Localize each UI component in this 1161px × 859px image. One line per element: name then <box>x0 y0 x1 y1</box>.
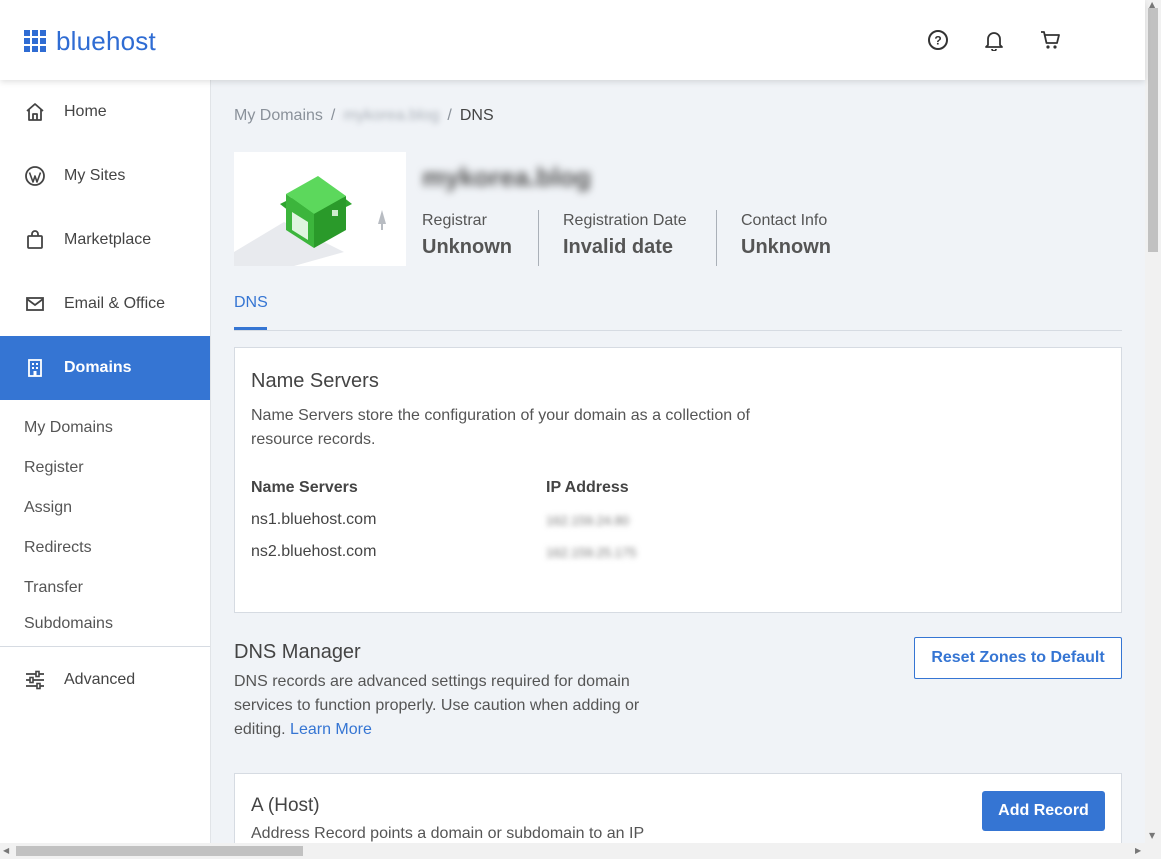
domain-house-illustration <box>234 152 406 266</box>
tab-dns[interactable]: DNS <box>234 294 268 312</box>
name-servers-description-line1: Name Servers store the configuration of … <box>251 407 750 424</box>
sidebar-item-domains[interactable]: Domains <box>0 336 210 400</box>
sidebar-item-marketplace[interactable]: Marketplace <box>0 208 210 272</box>
breadcrumb-my-domains[interactable]: My Domains <box>234 107 323 125</box>
breadcrumb-current: DNS <box>459 107 494 124</box>
a-host-title: A (Host) <box>251 795 320 816</box>
col-header-ip-address: IP Address <box>546 479 629 496</box>
breadcrumb-separator: / <box>330 107 336 124</box>
bluehost-logo[interactable]: bluehost <box>24 28 156 54</box>
tab-bar-line <box>234 330 1122 331</box>
name-server-2-ip: 162.159.25.175 <box>546 545 637 560</box>
breadcrumb-domain[interactable]: mykorea.blog <box>343 107 439 125</box>
name-servers-card: Name Servers Name Servers store the conf… <box>234 347 1122 613</box>
tab-active-indicator <box>234 327 267 330</box>
vertical-scroll-thumb[interactable] <box>1148 8 1158 252</box>
home-icon <box>24 101 46 123</box>
sidebar-sub-subdomains[interactable]: Subdomains <box>24 615 113 633</box>
breadcrumb: My Domains / mykorea.blog / DNS <box>234 107 494 125</box>
help-circle-icon[interactable]: ? <box>927 29 949 51</box>
sidebar-sub-register[interactable]: Register <box>24 459 84 477</box>
sliders-icon <box>24 669 46 691</box>
contact-info-value: Unknown <box>741 236 831 258</box>
add-record-button[interactable]: Add Record <box>982 791 1105 831</box>
horizontal-scrollbar[interactable]: ◀ ▶ <box>0 843 1161 859</box>
registration-date-label: Registration Date <box>563 212 687 229</box>
name-server-1: ns1.bluehost.com <box>251 511 377 528</box>
svg-text:?: ? <box>934 34 941 48</box>
envelope-icon <box>24 293 46 315</box>
cart-icon[interactable] <box>1039 29 1061 51</box>
sidebar-item-label: Marketplace <box>64 231 152 248</box>
meta-divider <box>538 210 539 266</box>
registrar-label: Registrar <box>422 212 487 229</box>
sidebar-item-label: Email & Office <box>64 295 166 312</box>
col-header-name-servers: Name Servers <box>251 479 358 496</box>
sidebar-sub-transfer[interactable]: Transfer <box>24 579 83 597</box>
scroll-right-arrow-icon[interactable]: ▶ <box>1135 846 1141 855</box>
bell-icon[interactable] <box>983 29 1005 51</box>
learn-more-link[interactable]: Learn More <box>290 721 372 738</box>
reset-zones-button[interactable]: Reset Zones to Default <box>914 637 1122 679</box>
wordpress-icon <box>24 165 46 187</box>
shopping-bag-icon <box>24 229 46 251</box>
sidebar-item-label: Home <box>64 103 107 120</box>
registration-date-value: Invalid date <box>563 236 674 258</box>
sidebar-item-my-sites[interactable]: My Sites <box>0 144 210 208</box>
building-icon <box>24 357 46 379</box>
sidebar-sub-redirects[interactable]: Redirects <box>24 539 92 557</box>
vertical-scrollbar[interactable]: ▲ ▼ <box>1145 0 1161 843</box>
sidebar-item-email-office[interactable]: Email & Office <box>0 272 210 336</box>
sidebar-item-label: My Sites <box>64 167 126 184</box>
scroll-left-arrow-icon[interactable]: ◀ <box>3 846 9 855</box>
logo-grid-icon <box>24 30 46 52</box>
sidebar-item-home[interactable]: Home <box>0 80 210 144</box>
contact-info: Contact Info Unknown <box>741 212 831 259</box>
sidebar-item-advanced[interactable]: Advanced <box>0 648 210 712</box>
logo-text: bluehost <box>56 26 156 56</box>
sidebar-sub-my-domains[interactable]: My Domains <box>24 419 113 437</box>
meta-divider <box>716 210 717 266</box>
name-server-2: ns2.bluehost.com <box>251 543 377 560</box>
name-servers-title: Name Servers <box>251 370 379 392</box>
horizontal-scroll-thumb[interactable] <box>16 846 303 856</box>
sidebar-sub-assign[interactable]: Assign <box>24 499 72 517</box>
scroll-down-arrow-icon[interactable]: ▼ <box>1149 831 1155 840</box>
dns-manager-description: DNS records are advanced settings requir… <box>234 670 684 742</box>
breadcrumb-separator: / <box>447 107 452 124</box>
domain-name: mykorea.blog <box>422 162 592 192</box>
registration-date-info: Registration Date Invalid date <box>563 212 687 259</box>
registrar-info: Registrar Unknown <box>422 212 512 259</box>
contact-info-label: Contact Info <box>741 212 828 229</box>
main-content: My Domains / mykorea.blog / DNS mykorea.… <box>211 80 1145 859</box>
registrar-value: Unknown <box>422 236 512 258</box>
sidebar-divider <box>0 646 210 647</box>
sidebar-item-label: Domains <box>64 359 132 376</box>
top-header: bluehost ? <box>0 0 1145 80</box>
name-servers-description-line2: resource records. <box>251 431 376 448</box>
sidebar-item-label: Advanced <box>64 671 136 688</box>
sidebar: Home My Sites Marketplace Email & Office… <box>0 80 211 859</box>
dns-manager-title: DNS Manager <box>234 641 361 663</box>
name-server-1-ip: 162.159.24.80 <box>546 513 630 528</box>
